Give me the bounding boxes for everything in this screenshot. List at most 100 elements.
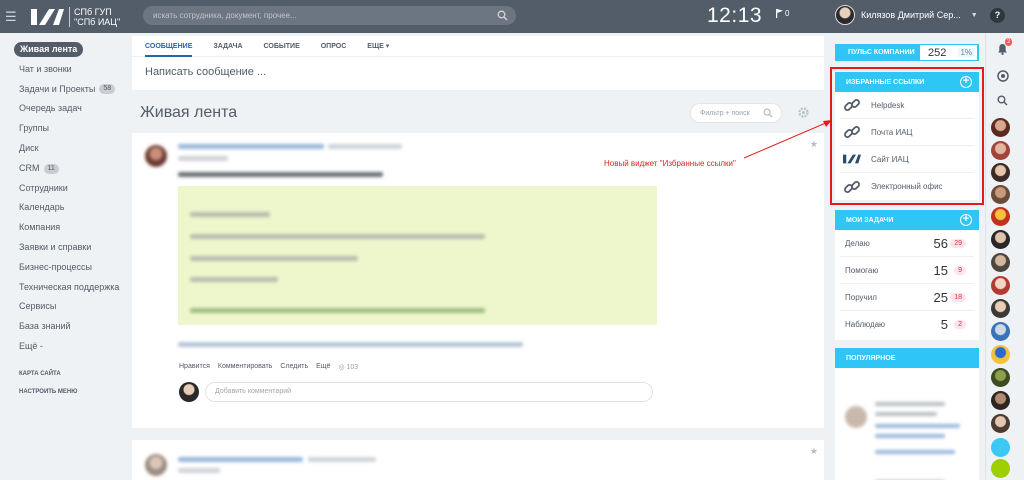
- contact-avatar[interactable]: [991, 253, 1010, 272]
- more-button[interactable]: Ещё: [316, 363, 330, 371]
- iac-logo-icon: [31, 8, 64, 25]
- menu-item-live-feed[interactable]: Живая лента: [0, 40, 125, 60]
- contact-avatar[interactable]: [991, 118, 1010, 137]
- filter-placeholder: Фильтр + поиск: [700, 109, 750, 117]
- count-badge: 2: [954, 320, 966, 329]
- menu-item-task-queue[interactable]: Очередь задач: [0, 99, 125, 119]
- contact-avatar[interactable]: [991, 322, 1010, 341]
- menu-item-disk[interactable]: Диск: [0, 139, 125, 159]
- menu-item-employees[interactable]: Сотрудники: [0, 179, 125, 199]
- clock[interactable]: 12:13: [707, 4, 762, 28]
- task-row-helping[interactable]: Помогаю 15 9: [840, 257, 974, 284]
- annotation-label: Новый виджет "Избранные ссылки": [604, 159, 736, 168]
- menu-item-support[interactable]: Техническая поддержка: [0, 278, 125, 298]
- tab-event[interactable]: СОБЫТИЕ: [264, 36, 300, 57]
- menu-item-more[interactable]: Ещё -: [0, 337, 125, 357]
- post-composer: СООБЩЕНИЕ ЗАДАЧА СОБЫТИЕ ОПРОС ЕЩЕ ▾ Нап…: [132, 36, 824, 90]
- menu-item-crm[interactable]: CRM 11: [0, 159, 125, 179]
- like-button[interactable]: Нравится: [179, 363, 210, 371]
- post-actions: Нравится Комментировать Следить Ещё ◎ 10…: [179, 363, 358, 371]
- contact-avatar[interactable]: [991, 141, 1010, 160]
- company-pulse[interactable]: ПУЛЬС КОМПАНИИ 252 1%: [835, 44, 979, 61]
- comment-row: Добавить комментарий: [179, 382, 653, 402]
- configure-menu-link[interactable]: НАСТРОИТЬ МЕНЮ: [0, 383, 125, 401]
- count-badge: 11: [43, 163, 59, 174]
- flag-icon: [776, 9, 783, 18]
- count-badge: 29: [950, 238, 966, 248]
- flag-count: 0: [785, 9, 790, 18]
- my-tasks-widget: МОИ ЗАДАЧИ + Делаю 56 29 Помогаю 15 9 По…: [835, 210, 979, 340]
- tab-message[interactable]: СООБЩЕНИЕ: [145, 36, 193, 57]
- menu-item-services[interactable]: Сервисы: [0, 297, 125, 317]
- menu-burger-icon[interactable]: ☰: [5, 9, 23, 25]
- contact-avatar[interactable]: [991, 207, 1010, 226]
- comment-input[interactable]: Добавить комментарий: [205, 382, 653, 402]
- logo[interactable]: СПб ГУП "СПб ИАЦ": [31, 6, 120, 27]
- contact-avatar[interactable]: [991, 299, 1010, 318]
- message-input[interactable]: Написать сообщение ...: [145, 66, 824, 78]
- feed-post: ★: [132, 440, 824, 480]
- popular-header: ПОПУЛЯРНОЕ: [835, 348, 979, 368]
- contact-avatar[interactable]: [991, 276, 1010, 295]
- feed-post: ★ Нравится Комментировать Следить Ещё ◎ …: [132, 133, 824, 428]
- search-icon[interactable]: [497, 10, 508, 21]
- chat-list-icon[interactable]: [991, 438, 1010, 457]
- menu-item-knowledge-base[interactable]: База знаний: [0, 317, 125, 337]
- open-lines-icon[interactable]: [997, 70, 1009, 82]
- flag-counter[interactable]: 0: [776, 9, 789, 18]
- left-menu: Живая лента Чат и звонки Задачи и Проект…: [0, 33, 125, 401]
- add-task-plus-icon[interactable]: +: [960, 214, 972, 226]
- sitemap-link[interactable]: КАРТА САЙТА: [0, 365, 125, 383]
- pulse-percent: 1%: [958, 48, 974, 57]
- avatar: [179, 382, 199, 402]
- author-avatar: [145, 145, 167, 167]
- author-avatar: [145, 454, 167, 476]
- composer-tabs: СООБЩЕНИЕ ЗАДАЧА СОБЫТИЕ ОПРОС ЕЩЕ ▾: [132, 36, 824, 57]
- favorite-star-icon[interactable]: ★: [810, 446, 818, 457]
- right-sidebar: 2: [985, 33, 1024, 480]
- tab-more[interactable]: ЕЩЕ ▾: [367, 36, 389, 57]
- contact-avatar[interactable]: [991, 163, 1010, 182]
- page-title: Живая лента: [140, 104, 238, 121]
- help-icon[interactable]: ?: [990, 8, 1005, 23]
- menu-item-business-processes[interactable]: Бизнес-процессы: [0, 258, 125, 278]
- post-body: [178, 186, 657, 325]
- pulse-value: 252: [928, 46, 947, 59]
- tab-poll[interactable]: ОПРОС: [321, 36, 347, 57]
- menu-item-groups[interactable]: Группы: [0, 119, 125, 139]
- global-search[interactable]: [143, 6, 516, 25]
- tasks-header: МОИ ЗАДАЧИ +: [835, 210, 979, 230]
- user-name: Килязов Дмитрий Сер...: [861, 10, 961, 20]
- comment-button[interactable]: Комментировать: [218, 363, 273, 371]
- contact-avatar[interactable]: [991, 345, 1010, 364]
- phone-icon[interactable]: [991, 459, 1010, 478]
- task-row-watching[interactable]: Наблюдаю 5 2: [840, 311, 974, 338]
- menu-item-tasks[interactable]: Задачи и Проекты 58: [0, 80, 125, 100]
- search-icon: [763, 108, 773, 118]
- menu-item-requests[interactable]: Заявки и справки: [0, 238, 125, 258]
- follow-button[interactable]: Следить: [280, 363, 308, 371]
- contact-avatar[interactable]: [991, 230, 1010, 249]
- tab-task[interactable]: ЗАДАЧА: [213, 36, 242, 57]
- contact-avatar[interactable]: [991, 185, 1010, 204]
- notification-badge: 2: [1005, 38, 1013, 46]
- task-row-assigned[interactable]: Поручил 25 18: [840, 284, 974, 311]
- logo-text: СПб ГУП "СПб ИАЦ": [69, 6, 120, 27]
- count-badge: 58: [99, 84, 116, 95]
- menu-item-calendar[interactable]: Календарь: [0, 198, 125, 218]
- pulse-box: 252 1%: [920, 45, 977, 60]
- menu-item-chat[interactable]: Чат и звонки: [0, 60, 125, 80]
- highlight-box: [830, 67, 984, 205]
- top-bar: ☰ СПб ГУП "СПб ИАЦ" 12:13 0 Килязов Дмит…: [0, 0, 1024, 33]
- chevron-down-icon: ▼: [970, 11, 978, 19]
- search-input[interactable]: [153, 11, 483, 20]
- contact-avatar[interactable]: [991, 414, 1010, 433]
- user-menu[interactable]: Килязов Дмитрий Сер... ▼: [835, 5, 978, 25]
- task-row-doing[interactable]: Делаю 56 29: [840, 230, 974, 257]
- menu-item-company[interactable]: Компания: [0, 218, 125, 238]
- contact-avatar[interactable]: [991, 391, 1010, 410]
- search-icon[interactable]: [997, 95, 1008, 106]
- count-badge: 18: [950, 292, 966, 302]
- annotation-arrow: [743, 120, 832, 159]
- contact-avatar[interactable]: [991, 368, 1010, 387]
